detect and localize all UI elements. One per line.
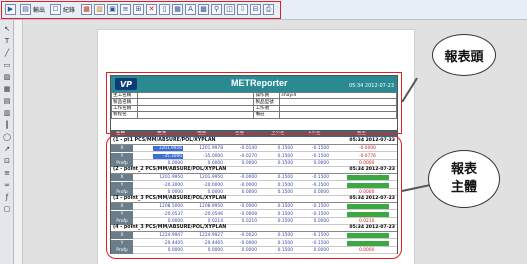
var-tool-icon[interactable]: ƒ (2, 192, 12, 201)
preview-icon[interactable]: ◫ (224, 4, 235, 15)
vertical-ruler (14, 20, 23, 264)
report-icon[interactable]: ▤ (20, 4, 31, 15)
shape-tool-icon[interactable]: ◯ (2, 132, 12, 141)
text-icon[interactable]: A (185, 4, 196, 15)
print-icon[interactable]: ⎙ (263, 4, 274, 15)
page-icon[interactable]: ▣ (107, 4, 118, 15)
insert-icon[interactable]: ⊞ (133, 4, 144, 15)
chart-tool-icon[interactable]: ▥ (2, 108, 12, 117)
frame-tool-icon[interactable]: ▢ (2, 204, 12, 213)
body-callout: 報表 主體 (428, 150, 500, 208)
field-tool-icon[interactable]: ▤ (2, 96, 12, 105)
align-tool-icon[interactable]: ≡ (2, 168, 12, 177)
main-toolbar: ▶ ▤ 輸出 ☐ 紀錄 ▦ ▥ ▣ ≡ ⊞ ✕ ▯ ▦ A ▩ ⚲ ◫ ⇩ ⊟ … (0, 0, 527, 20)
zoom-icon[interactable]: ⚲ (211, 4, 222, 15)
list-icon[interactable]: ≡ (120, 4, 131, 15)
table-icon[interactable]: ▦ (81, 4, 92, 15)
delete-icon[interactable]: ✕ (146, 4, 157, 15)
record-icon[interactable]: ☐ (50, 4, 61, 15)
table-tool-icon[interactable]: ▦ (2, 84, 12, 93)
rect-tool-icon[interactable]: ▭ (2, 60, 12, 69)
header-callout: 報表頭 (432, 34, 496, 76)
header-callout-label: 報表頭 (444, 49, 484, 65)
export-icon[interactable]: ⇩ (237, 4, 248, 15)
header-highlight-box (106, 72, 402, 134)
image-tool-icon[interactable]: ▨ (2, 72, 12, 81)
left-tool-strip: ↖ T ╱ ▭ ▨ ▦ ▤ ▥ ║ ◯ ↗ ⊡ ≡ ∞ ƒ ▢ (0, 20, 14, 264)
grid-icon[interactable]: ▦ (172, 4, 183, 15)
text-tool-icon[interactable]: T (2, 36, 12, 45)
field-icon[interactable]: ▯ (159, 4, 170, 15)
group-tool-icon[interactable]: ⊡ (2, 156, 12, 165)
select-tool-icon[interactable]: ↖ (2, 24, 12, 33)
body-callout-label-1: 報表 (450, 162, 477, 177)
run-icon[interactable]: ▶ (5, 4, 16, 15)
link-tool-icon[interactable]: ∞ (2, 180, 12, 189)
barcode-tool-icon[interactable]: ║ (2, 120, 12, 129)
line-tool-icon[interactable]: ╱ (2, 48, 12, 57)
toolbar-record-label[interactable]: 紀錄 (63, 5, 75, 14)
body-highlight-box (106, 135, 402, 259)
layout-icon[interactable]: ⊟ (250, 4, 261, 15)
arrow-tool-icon[interactable]: ↗ (2, 144, 12, 153)
chart-icon[interactable]: ▥ (94, 4, 105, 15)
image-icon[interactable]: ▩ (198, 4, 209, 15)
body-callout-label-2: 主體 (450, 180, 477, 195)
toolbar-output-label[interactable]: 輸出 (33, 5, 45, 14)
